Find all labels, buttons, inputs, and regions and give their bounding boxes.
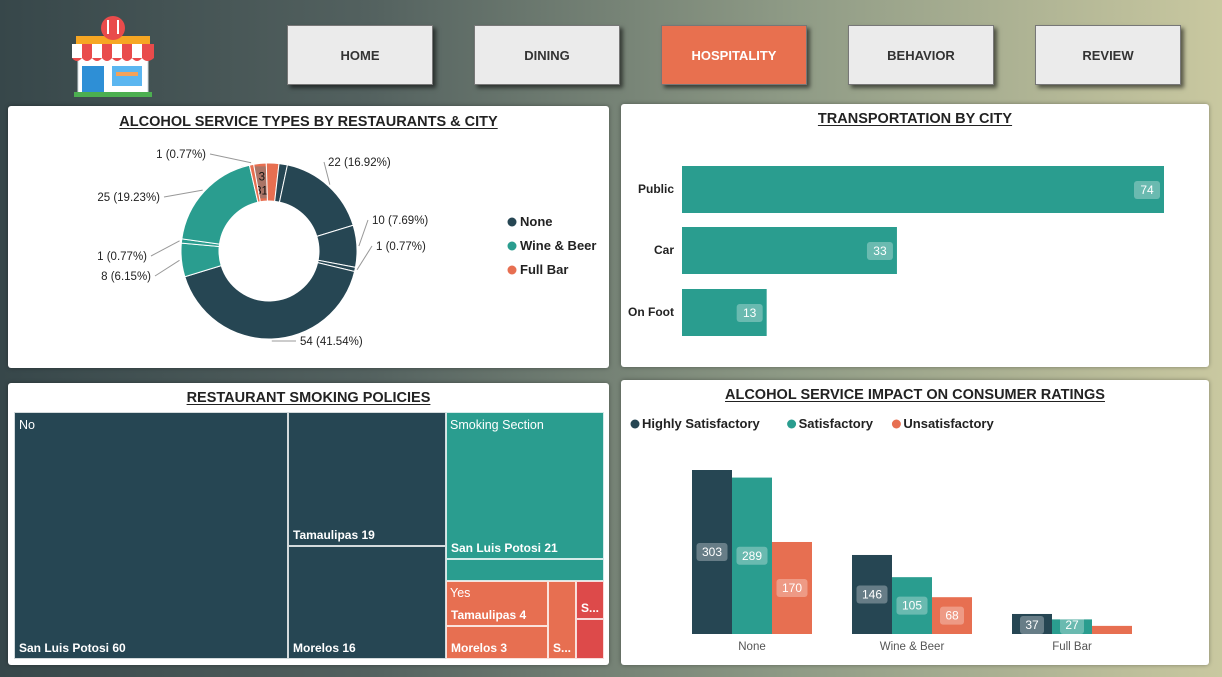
- treemap-cell-label: S...: [581, 601, 600, 615]
- donut-data-label: 22 (16.92%): [328, 157, 391, 169]
- nav-home-button[interactable]: HOME: [287, 25, 433, 85]
- legend-marker: [891, 419, 901, 429]
- treemap-cell-label: Tamaulipas 4: [451, 608, 527, 622]
- donut-data-label: 54 (41.54%): [300, 336, 363, 348]
- donut-leader-line: [209, 153, 252, 164]
- treemap-cell[interactable]: San Luis Potosi 60: [14, 412, 288, 659]
- legend-marker: [787, 419, 797, 429]
- donut-slice: [181, 164, 259, 245]
- treemap-cell[interactable]: Morelos 3: [446, 626, 548, 659]
- transport-value-label: 33: [873, 244, 887, 258]
- donut-data-label: 10 (7.69%): [372, 215, 428, 227]
- alcohol-types-donut-chart: 3(2.31%)22 (16.92%)10 (7.69%)1 (0.77%)54…: [97, 149, 596, 348]
- impact-value-label: 146: [862, 587, 882, 601]
- donut-inner-label: 3: [259, 171, 265, 183]
- treemap-group-label: No: [19, 418, 35, 432]
- legend-marker: [630, 419, 640, 429]
- transportation-panel: TRANSPORTATION BY CITY Public 74 Car 33 On F…: [621, 104, 1209, 367]
- impact-value-label: 303: [702, 545, 722, 559]
- impact-category-label: Wine & Beer: [880, 641, 945, 653]
- donut-data-label: 25 (19.23%): [97, 192, 160, 204]
- donut-slice: [184, 262, 356, 340]
- donut-slice: [278, 164, 354, 238]
- impact-value-label: 27: [1065, 618, 1079, 632]
- treemap-cell-label: San Luis Potosi 60: [19, 641, 126, 655]
- treemap-cell[interactable]: S...: [576, 581, 604, 619]
- nav-review-button[interactable]: REVIEW: [1035, 25, 1181, 85]
- donut-data-label: 1 (0.77%): [97, 251, 147, 263]
- impact-value-label: 105: [902, 599, 922, 613]
- treemap-cell-label: S...: [553, 641, 572, 655]
- legend-label: Satisfactory: [799, 416, 874, 431]
- transport-bar: [682, 166, 1164, 213]
- impact-category-label: Full Bar: [1052, 641, 1092, 653]
- donut-leader-line: [358, 219, 369, 247]
- legend-label: Highly Satisfactory: [642, 416, 761, 431]
- impact-grouped-bar-chart: Highly Satisfactory Satisfactory Unsatisfa…: [630, 416, 1132, 653]
- nav-dining-button[interactable]: DINING: [474, 25, 620, 85]
- donut-data-label: 1 (0.77%): [156, 149, 206, 161]
- impact-value-label: 170: [782, 581, 802, 595]
- treemap-cell[interactable]: San Luis Potosi 21: [446, 412, 604, 559]
- transport-category-label: Public: [638, 182, 674, 196]
- restaurant-logo-icon: [72, 16, 154, 97]
- legend-label: Unsatisfactory: [903, 416, 994, 431]
- treemap-cell[interactable]: [446, 559, 604, 581]
- transport-value-label: 13: [743, 306, 757, 320]
- alcohol-types-panel: ALCOHOL SERVICE TYPES BY RESTAURANTS & C…: [8, 106, 609, 368]
- treemap-cell[interactable]: [576, 619, 604, 659]
- impact-value-label: 68: [945, 609, 959, 623]
- transport-bar: [682, 227, 897, 274]
- donut-leader-line: [163, 189, 203, 198]
- donut-leader-line: [154, 259, 180, 277]
- transportation-bar-chart: Public 74 Car 33 On Foot 13: [628, 166, 1164, 336]
- impact-panel: ALCOHOL SERVICE IMPACT ON CONSUMER RATIN…: [621, 380, 1209, 665]
- treemap-cell[interactable]: Tamaulipas 19: [288, 412, 446, 546]
- legend-marker: [507, 217, 517, 227]
- transport-value-label: 74: [1140, 183, 1154, 197]
- treemap-cell-label: San Luis Potosi 21: [451, 541, 558, 555]
- transport-category-label: Car: [654, 243, 674, 257]
- nav-behavior-button[interactable]: BEHAVIOR: [848, 25, 994, 85]
- donut-leader-line: [356, 245, 373, 271]
- smoking-treemap: San Luis Potosi 60 Tamaulipas 19 Morelos 1…: [14, 412, 604, 659]
- donut-data-label: 1 (0.77%): [376, 241, 426, 253]
- legend-marker: [507, 265, 517, 275]
- smoking-title: RESTAURANT SMOKING POLICIES: [186, 390, 431, 406]
- legend-label: None: [520, 214, 553, 229]
- treemap-cell[interactable]: Morelos 16: [288, 546, 446, 659]
- treemap-cell-label: Tamaulipas 19: [293, 528, 375, 542]
- legend-label: Wine & Beer: [520, 238, 596, 253]
- donut-data-label: 8 (6.15%): [101, 271, 151, 283]
- transport-category-label: On Foot: [628, 305, 674, 319]
- treemap-cell-label: Morelos 16: [293, 641, 356, 655]
- donut-leader-line: [150, 240, 180, 257]
- impact-value-label: 37: [1025, 618, 1039, 632]
- treemap-group-label: Yes: [450, 586, 471, 600]
- treemap-cell[interactable]: S...: [548, 581, 576, 659]
- smoking-panel: RESTAURANT SMOKING POLICIES San Luis Pot…: [8, 383, 609, 665]
- nav-hospitality-button[interactable]: HOSPITALITY: [661, 25, 807, 85]
- impact-bar: [1092, 625, 1132, 634]
- impact-category-label: None: [738, 641, 766, 653]
- impact-value-label: 289: [742, 549, 762, 563]
- treemap-cell-label: Morelos 3: [451, 641, 508, 655]
- treemap-group-label: Smoking Section: [450, 418, 544, 432]
- legend-marker: [507, 241, 517, 251]
- legend-label: Full Bar: [520, 262, 568, 277]
